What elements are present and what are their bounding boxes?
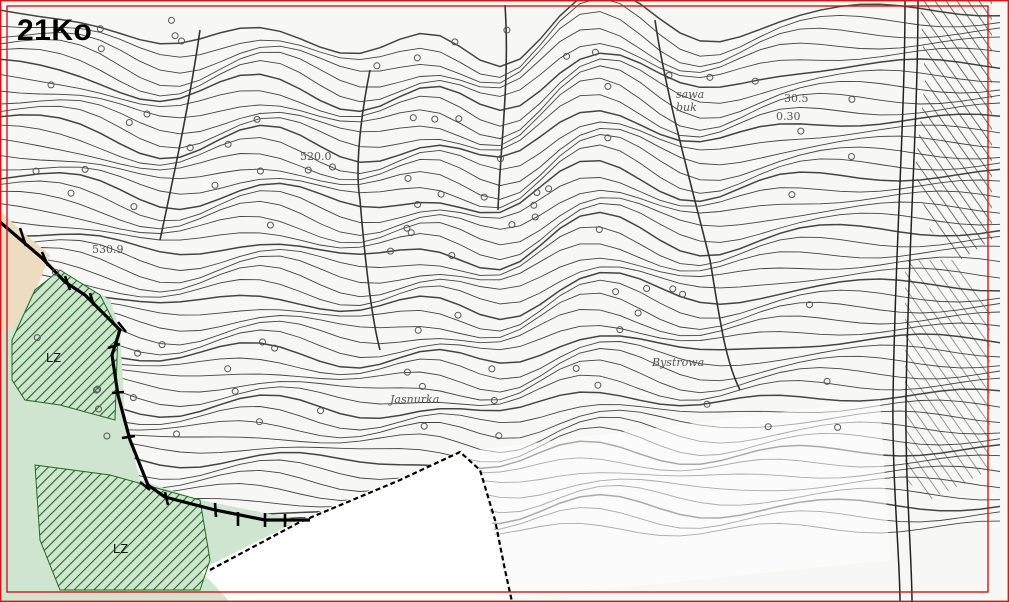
tree-symbol [373,62,381,70]
tree-symbol [173,430,180,438]
contour-line [0,333,1001,369]
place-label-jasnurka: Jasnurka [390,393,440,406]
tree-symbol [490,397,498,404]
tree-symbol [130,203,138,211]
tree-symbol [97,45,105,53]
contour-line [0,94,1001,151]
tree-symbol [171,32,179,40]
tree-symbol [414,326,422,334]
steep-area-2 [905,260,990,500]
contour-line [0,52,1001,113]
tree-symbol [706,73,714,81]
tree-symbol [168,16,175,24]
tree-symbol [224,365,232,373]
tree-symbol [67,189,75,197]
contour-line [0,28,1001,89]
contour-line [0,110,1001,164]
spot-height-4: 0.30 [776,110,801,123]
tree-symbol [431,115,439,123]
spot-height-1: 530.9 [92,243,124,256]
tree-symbol [255,418,263,426]
zone-label-lower: LZ [113,541,129,556]
tree-symbol [616,326,624,334]
tree-symbol [266,221,274,229]
tree-symbol [317,407,324,415]
tree-symbol [488,365,496,373]
tree-symbol [143,110,151,118]
tree-symbol [797,127,805,135]
tree-symbol [604,82,612,90]
tree-symbol [454,311,462,319]
map-drawing [0,0,1009,602]
tree-symbol [455,115,463,123]
place-label-bystrowa: Bystrowa [652,356,705,369]
sheet-label: 21Ko [17,14,93,47]
tree-symbol [634,309,642,317]
tree-symbol [848,153,855,160]
tree-symbol [437,190,445,198]
spot-height-3: 30.5 [784,92,809,105]
tree-symbol [669,285,677,293]
tree-symbol [508,221,516,229]
contour-line [0,197,1001,246]
spot-height-2: 520.0 [300,150,332,163]
tree-symbol [224,140,232,148]
tree-symbol [231,387,239,395]
zone-label-upper: LZ [46,350,62,365]
tree-symbol [643,285,651,292]
forest-zone-lower [34,464,211,591]
tree-symbol [848,95,856,103]
tree-symbol [211,181,219,189]
tree-symbol [595,226,603,233]
contour-line [0,0,1001,68]
tree-symbol [594,381,602,389]
tree-symbol [413,54,421,62]
steep-area [915,0,992,260]
contour-line [0,374,1001,407]
contour-line [0,266,1001,306]
contour-line [0,58,1001,127]
tree-symbol [545,185,553,193]
tree-symbol [679,290,687,298]
tree-symbol [572,364,580,372]
tree-symbol [409,114,417,122]
tree-symbol [420,422,428,430]
tree-symbol [158,341,166,349]
contour-line [0,309,1001,346]
tree-symbol [404,174,412,182]
contour-line [0,322,1001,358]
faded-area [460,400,890,600]
tree-symbol [125,119,133,126]
tree-symbol [788,191,796,199]
tree-symbol [47,81,55,89]
tree-symbol [612,288,620,296]
place-label-sawa-buk: sawa buk [676,88,705,114]
tree-symbol [480,193,488,201]
tree-symbol [81,165,89,173]
map-canvas: 21Ko LZ LZ Jasnurka Bystrowa sawa buk 53… [0,0,1009,602]
